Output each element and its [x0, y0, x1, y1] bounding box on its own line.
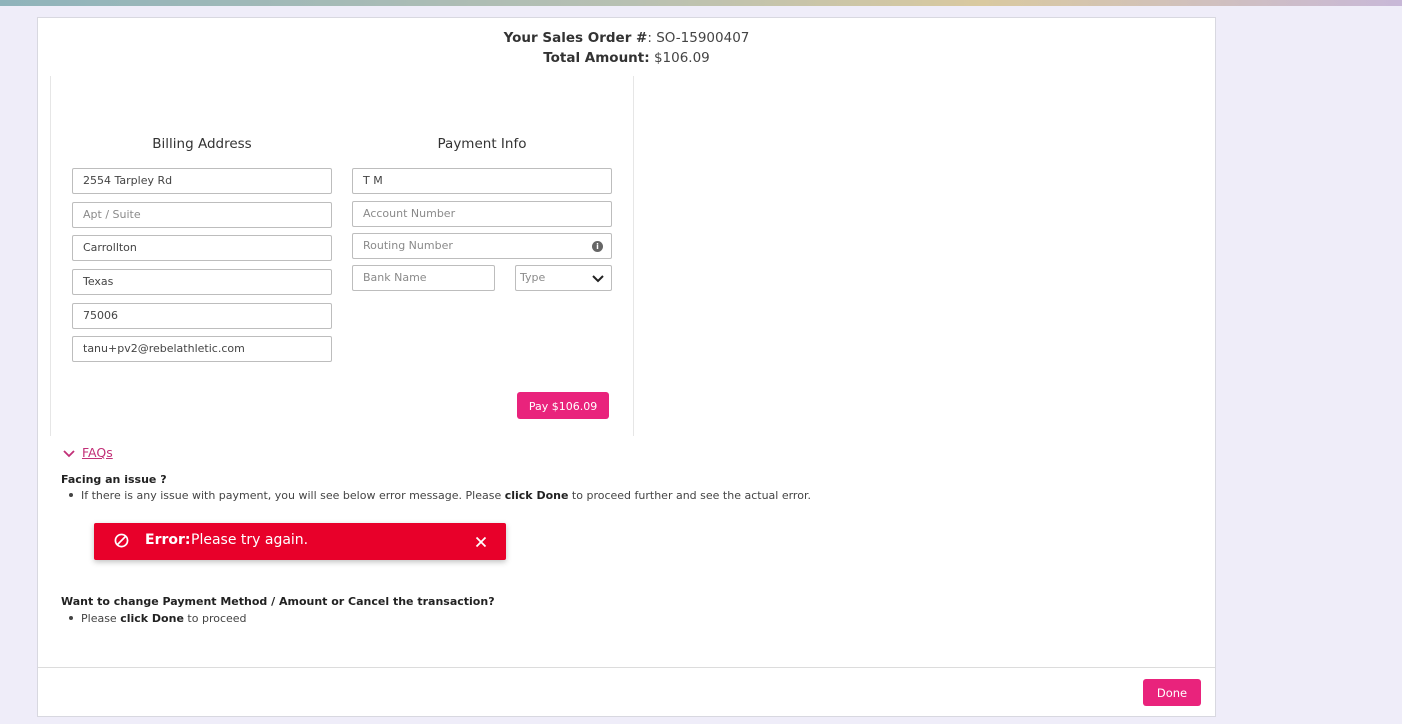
routing-number-placeholder: Routing Number — [363, 239, 453, 252]
account-holder-name-input[interactable]: T M — [352, 168, 612, 194]
change-text-part2: to proceed — [183, 612, 247, 625]
bullet-dot — [69, 616, 73, 620]
error-toast: Error: Please try again. — [94, 523, 506, 560]
state-input[interactable]: Texas — [72, 269, 332, 295]
routing-number-input[interactable]: Routing Number i — [352, 233, 612, 259]
apt-suite-input[interactable]: Apt / Suite — [72, 202, 332, 228]
total-amount-value: $106.09 — [649, 50, 710, 66]
email-input[interactable]: tanu+pv2@rebelathletic.com — [72, 336, 332, 362]
issue-bullet: If there is any issue with payment, you … — [69, 489, 811, 502]
billing-address-title: Billing Address — [152, 136, 252, 152]
chevron-down-icon — [63, 450, 75, 458]
pay-button[interactable]: Pay $106.09 — [517, 392, 609, 419]
error-label: Error: — [145, 532, 191, 548]
facing-issue-title: Facing an issue ? — [61, 473, 167, 486]
issue-text-bold: click Done — [504, 489, 569, 502]
top-gradient-bar — [0, 0, 1402, 6]
address-line1-input[interactable]: 2554 Tarpley Rd — [72, 168, 332, 194]
sales-order-number: : SO-15900407 — [647, 30, 750, 46]
change-bullet: Please click Done to proceed — [69, 612, 247, 625]
error-message: Please try again. — [191, 532, 309, 548]
zip-input[interactable]: 75006 — [72, 303, 332, 329]
payment-info-title: Payment Info — [437, 136, 527, 152]
total-amount-line: Total Amount: $106.09 — [38, 48, 1215, 68]
prohibited-icon — [114, 533, 129, 548]
chevron-down-icon — [592, 275, 604, 283]
account-number-input[interactable]: Account Number — [352, 201, 612, 227]
city-input[interactable]: Carrollton — [72, 235, 332, 261]
close-icon[interactable] — [475, 536, 487, 548]
order-header: Your Sales Order #: SO-15900407 Total Am… — [38, 28, 1215, 68]
info-icon[interactable]: i — [592, 241, 603, 252]
issue-text-part1: If there is any issue with payment, you … — [81, 489, 505, 502]
change-text-bold: click Done — [120, 612, 184, 625]
faq-link[interactable]: FAQs — [82, 445, 113, 460]
issue-text-part2: to proceed further and see the actual er… — [568, 489, 811, 502]
done-button[interactable]: Done — [1143, 679, 1201, 706]
bank-name-input[interactable]: Bank Name — [352, 265, 495, 291]
payment-form-panel: Billing Address Payment Info 2554 Tarple… — [50, 76, 634, 436]
footer-divider — [38, 667, 1215, 668]
change-text-part1: Please — [81, 612, 121, 625]
sales-order-label: Your Sales Order # — [503, 30, 648, 46]
account-type-select[interactable]: Type — [515, 265, 612, 291]
bullet-dot — [69, 493, 73, 497]
account-type-selected: Type — [520, 271, 546, 284]
change-payment-title: Want to change Payment Method / Amount o… — [61, 595, 495, 608]
sales-order-line: Your Sales Order #: SO-15900407 — [38, 28, 1215, 48]
total-amount-label: Total Amount: — [543, 50, 650, 66]
payment-card: Your Sales Order #: SO-15900407 Total Am… — [37, 17, 1216, 717]
